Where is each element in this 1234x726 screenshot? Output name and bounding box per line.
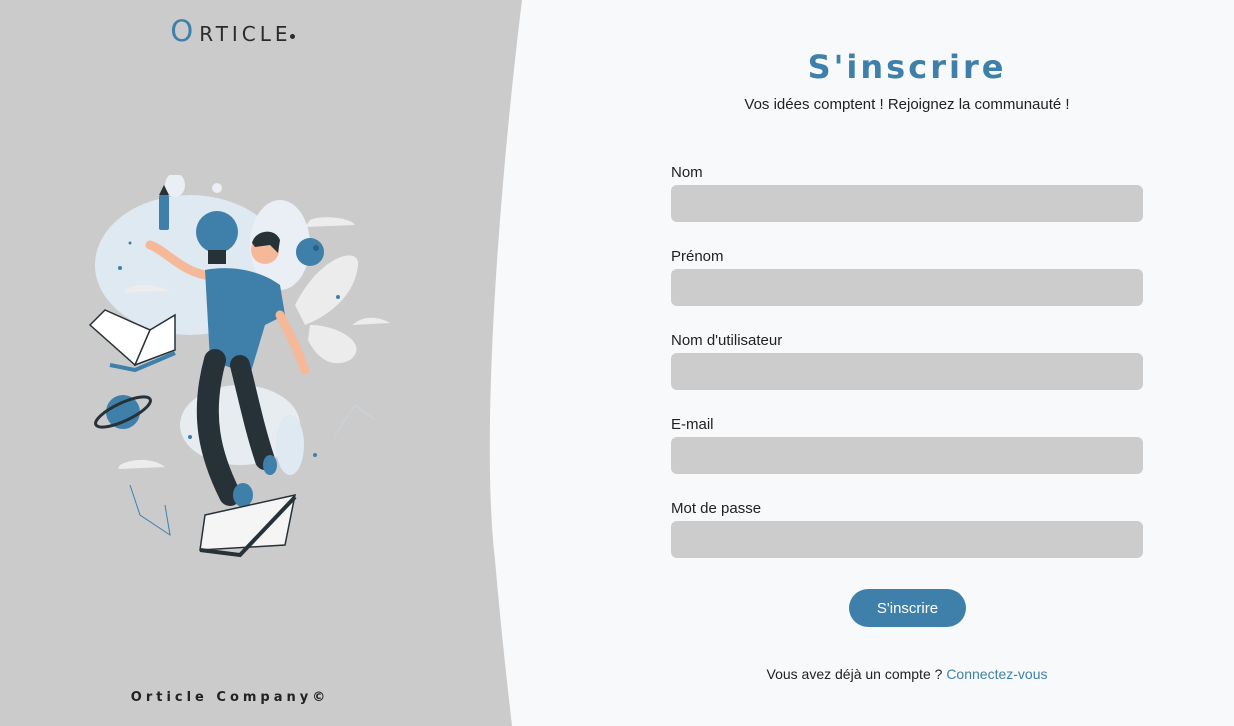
signup-button[interactable]: S'inscrire	[849, 589, 966, 627]
email-label: E-mail	[671, 416, 714, 433]
logo-initial: O	[170, 14, 200, 48]
logo-text: RTICLE	[199, 22, 292, 46]
name-label: Nom	[671, 164, 703, 181]
firstname-field: Prénom	[671, 248, 1143, 306]
brand-logo[interactable]: ORTICLE	[0, 14, 465, 48]
login-prompt-text: Vous avez déjà un compte ?	[766, 666, 943, 682]
email-field: E-mail	[671, 416, 1143, 474]
left-panel: ORTICLE Orticle Company©	[0, 0, 530, 726]
username-field: Nom d'utilisateur	[671, 332, 1143, 390]
name-input[interactable]	[671, 185, 1143, 222]
username-label: Nom d'utilisateur	[671, 332, 783, 349]
person-illustration-icon	[88, 175, 390, 558]
login-link[interactable]: Connectez-vous	[946, 666, 1047, 682]
logo-dot	[289, 34, 295, 39]
password-field: Mot de passe	[671, 500, 1143, 558]
password-label: Mot de passe	[671, 500, 762, 517]
signup-form: S'inscrire Vos idées comptent ! Rejoigne…	[580, 0, 1234, 726]
username-input[interactable]	[671, 353, 1143, 390]
firstname-label: Prénom	[671, 248, 724, 265]
firstname-input[interactable]	[671, 269, 1143, 306]
password-input[interactable]	[671, 521, 1143, 558]
company-footer: Orticle Company©	[130, 690, 330, 705]
page-title: S'inscrire	[807, 48, 1007, 86]
page-subtitle: Vos idées comptent ! Rejoignez la commun…	[744, 96, 1070, 113]
email-input[interactable]	[671, 437, 1143, 474]
login-prompt: Vous avez déjà un compte ? Connectez-vou…	[580, 666, 1234, 682]
name-field: Nom	[671, 164, 1143, 222]
